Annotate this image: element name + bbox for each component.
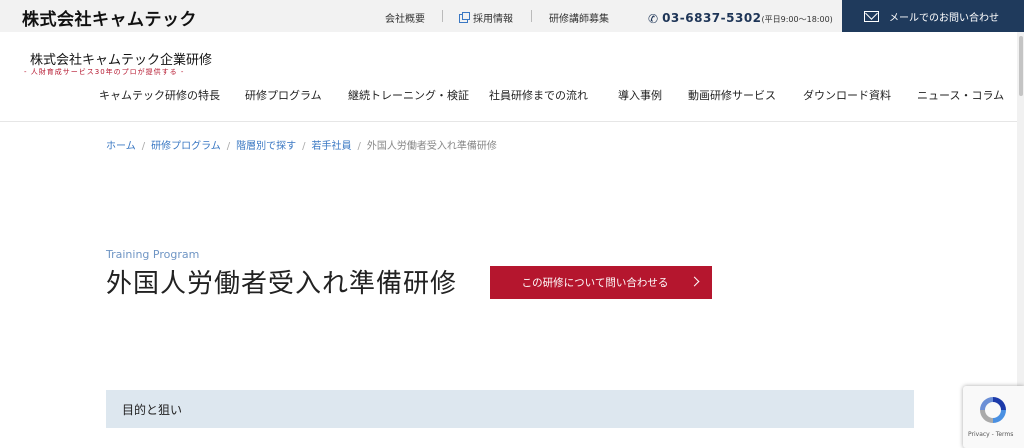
inquiry-button-label: この研修について問い合わせる [521,277,669,289]
breadcrumb-by-level[interactable]: 階層別で探す [236,141,296,152]
instructor-recruit-link[interactable]: 研修講師募集 [549,10,609,25]
divider [531,10,532,22]
site-tagline: - 人財育成サービス30年のプロが提供する - [24,68,185,76]
breadcrumb: ホーム / 研修プログラム / 階層別で探す / 若手社員 / 外国人労働者受入れ準備研修 [106,137,497,152]
company-overview-link[interactable]: 会社概要 [385,10,425,25]
inquiry-button[interactable]: この研修について問い合わせる [490,266,712,299]
site-name[interactable]: 株式会社キャムテック企業研修 [30,49,212,68]
page-title: 外国人労働者受入れ準備研修 [106,269,458,299]
breadcrumb-separator: / [357,141,361,152]
phone-icon: ✆ [648,12,659,26]
nav-item-features[interactable]: キャムテック研修の特長 [99,87,220,103]
page-eyebrow: Training Program [106,248,200,261]
recaptcha-icon [980,397,1006,423]
mail-contact-label: メールでのお問い合わせ [889,12,999,24]
header-divider [0,121,1024,122]
breadcrumb-separator: / [302,141,306,152]
nav-item-programs[interactable]: 研修プログラム [245,87,322,103]
breadcrumb-young-employees[interactable]: 若手社員 [312,141,352,152]
nav-item-downloads[interactable]: ダウンロード資料 [803,87,891,103]
phone-contact[interactable]: ✆ 03-6837-5302(平日9:00～18:00) [648,7,833,26]
recruit-link-label: 採用情報 [473,14,513,25]
breadcrumb-home[interactable]: ホーム [106,141,136,152]
global-nav: キャムテック研修の特長 研修プログラム 継続トレーニング・検証 社員研修までの流… [0,87,1024,103]
breadcrumb-programs[interactable]: 研修プログラム [151,141,221,152]
brand-logo[interactable]: 株式会社キャムテック [22,5,197,30]
mail-contact-button[interactable]: メールでのお問い合わせ [842,0,1024,32]
scrollbar-thumb[interactable] [1019,36,1023,96]
nav-item-case-studies[interactable]: 導入事例 [618,87,662,103]
divider [442,10,443,22]
nav-item-video-training[interactable]: 動画研修サービス [688,87,776,103]
recaptcha-badge[interactable]: Privacy - Terms [963,386,1024,448]
breadcrumb-current: 外国人労働者受入れ準備研修 [366,141,497,152]
section-heading-purpose: 目的と狙い [106,390,914,428]
breadcrumb-separator: / [141,141,146,152]
section-heading-label: 目的と狙い [122,402,183,417]
recaptcha-privacy-terms[interactable]: Privacy - Terms [968,431,1013,438]
top-utility-bar: 株式会社キャムテック 会社概要 採用情報 研修講師募集 ✆ 03-6837-530… [0,0,1024,32]
external-link-icon [459,12,470,23]
mail-icon [864,10,879,22]
nav-item-news[interactable]: ニュース・コラム [917,87,1004,103]
phone-number: 03-6837-5302 [662,11,762,25]
phone-hours: (平日9:00～18:00) [761,15,833,24]
breadcrumb-separator: / [226,141,231,152]
recruit-link[interactable]: 採用情報 [459,10,513,25]
chevron-right-icon [689,276,700,287]
nav-item-flow[interactable]: 社員研修までの流れ [489,87,588,103]
nav-item-continuous-training[interactable]: 継続トレーニング・検証 [348,87,469,103]
